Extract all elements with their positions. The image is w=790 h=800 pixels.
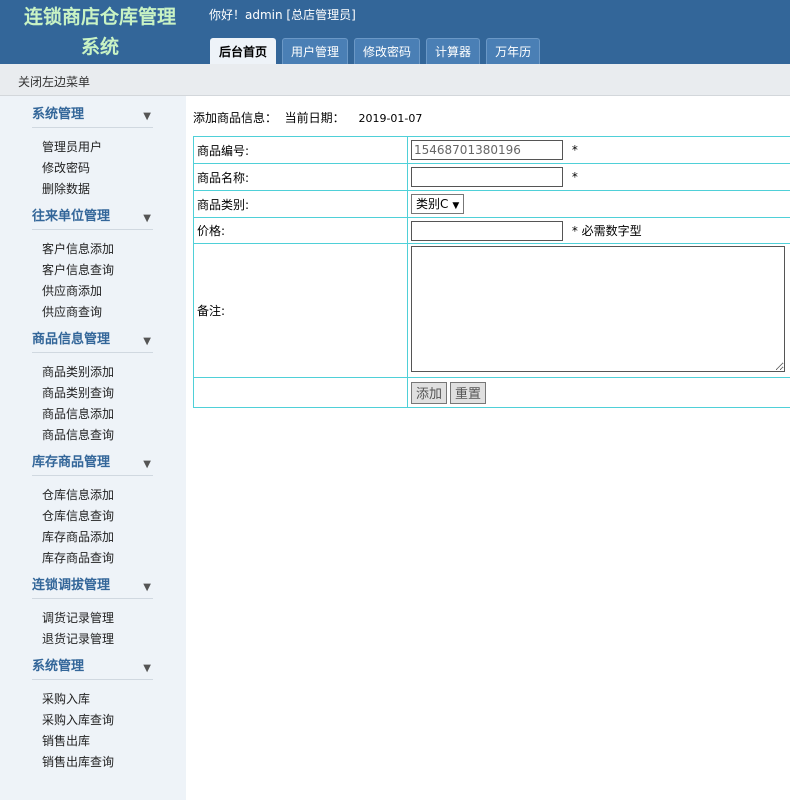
chevron-down-icon: ▼: [143, 582, 151, 593]
code-cell: *: [407, 136, 790, 164]
header: 连锁商店仓库管理 系统 你好！admin [总店管理员] 后台首页 用户管理 修…: [0, 0, 790, 64]
category-select[interactable]: 类别C ▼: [411, 194, 465, 214]
price-hint: * 必需数字型: [571, 223, 642, 238]
actions-cell: 添加 重置: [407, 377, 790, 408]
chevron-down-icon: ▼: [143, 111, 151, 122]
sidebar-item-customer-query[interactable]: 客户信息查询: [42, 260, 153, 281]
product-name-input[interactable]: [411, 167, 563, 187]
sidebar-item-warehouse-add[interactable]: 仓库信息添加: [42, 485, 153, 506]
sidebar-group-header[interactable]: 系统管理 ▼: [32, 658, 153, 680]
form-row-code: 商品编号: *: [193, 136, 790, 164]
sidebar-group-header[interactable]: 连锁调拔管理 ▼: [32, 577, 153, 599]
sidebar-item-supplier-add[interactable]: 供应商添加: [42, 281, 153, 302]
sidebar-item-sales-out[interactable]: 销售出库: [42, 731, 153, 752]
toolbar: 关闭左边菜单: [0, 64, 790, 96]
sidebar-group-header[interactable]: 往来单位管理 ▼: [32, 208, 153, 230]
category-label: 商品类别:: [193, 190, 408, 218]
sidebar-item-sales-query[interactable]: 销售出库查询: [42, 752, 153, 773]
sidebar-item-admin-users[interactable]: 管理员用户: [42, 137, 153, 158]
dropdown-arrow-icon: ▼: [452, 201, 460, 211]
reset-button[interactable]: 重置: [450, 381, 487, 404]
sidebar-group-title: 库存商品管理: [32, 455, 111, 470]
price-label: 价格:: [193, 217, 408, 244]
sidebar-item-change-password[interactable]: 修改密码: [42, 158, 153, 179]
product-code-input[interactable]: [411, 140, 563, 160]
sidebar-group-purchase-sales: 系统管理 ▼ 采购入库 采购入库查询 销售出库 销售出库查询: [32, 658, 153, 773]
app-title-line1: 连锁商店仓库管理: [23, 6, 176, 28]
sidebar-group-inventory: 库存商品管理 ▼ 仓库信息添加 仓库信息查询 库存商品添加 库存商品查询: [32, 454, 153, 569]
name-cell: *: [407, 163, 790, 191]
category-selected: 类别C: [416, 197, 449, 211]
sidebar-item-stock-add[interactable]: 库存商品添加: [42, 527, 153, 548]
sidebar-item-product-query[interactable]: 商品信息查询: [42, 425, 153, 446]
sidebar: 系统管理 ▼ 管理员用户 修改密码 删除数据 往来单位管理 ▼ 客户信息添加 客…: [0, 96, 186, 800]
form-row-actions: 添加 重置: [193, 377, 790, 408]
add-product-form: 商品编号: * 商品名称: * 商品类别: 类别C▼ 价格: * 必需数字型: [193, 136, 790, 408]
user-greeting: 你好！admin [总店管理员]: [209, 8, 356, 22]
sidebar-group-title: 系统管理: [32, 107, 85, 122]
form-row-name: 商品名称: *: [193, 163, 790, 191]
page-info: 添加商品信息： 当前日期： 2019-01-07: [193, 109, 422, 126]
sidebar-item-warehouse-query[interactable]: 仓库信息查询: [42, 506, 153, 527]
form-row-note: 备注:: [193, 243, 790, 378]
current-date: 2019-01-07: [358, 112, 423, 125]
price-input[interactable]: [411, 220, 563, 241]
sidebar-item-product-add[interactable]: 商品信息添加: [42, 404, 153, 425]
sidebar-item-purchase-in[interactable]: 采购入库: [42, 689, 153, 710]
sidebar-item-category-add[interactable]: 商品类别添加: [42, 362, 153, 383]
sidebar-group-products: 商品信息管理 ▼ 商品类别添加 商品类别查询 商品信息添加 商品信息查询: [32, 331, 153, 446]
page-title: 添加商品信息： 当前日期：: [193, 111, 345, 125]
sidebar-group-title: 往来单位管理: [32, 209, 111, 224]
tab-calculator[interactable]: 计算器: [426, 38, 481, 64]
form-row-category: 商品类别: 类别C ▼: [193, 190, 790, 218]
sidebar-group-title: 连锁调拔管理: [32, 578, 111, 593]
form-row-price: 价格: * 必需数字型: [193, 217, 790, 244]
main-content: 添加商品信息： 当前日期： 2019-01-07 商品编号: * 商品名称: *…: [186, 96, 790, 800]
add-button[interactable]: 添加: [411, 381, 448, 404]
tab-user-management[interactable]: 用户管理: [282, 38, 349, 64]
sidebar-group-title: 系统管理: [32, 659, 85, 674]
sidebar-group-transfer: 连锁调拔管理 ▼ 调货记录管理 退货记录管理: [32, 577, 153, 650]
required-mark: *: [571, 143, 578, 157]
sidebar-item-customer-add[interactable]: 客户信息添加: [42, 239, 153, 260]
tab-home[interactable]: 后台首页: [210, 38, 277, 64]
sidebar-item-category-query[interactable]: 商品类别查询: [42, 383, 153, 404]
app-logo: 连锁商店仓库管理 系统: [0, 0, 200, 64]
note-textarea[interactable]: [411, 246, 785, 372]
sidebar-group-partners: 往来单位管理 ▼ 客户信息添加 客户信息查询 供应商添加 供应商查询: [32, 208, 153, 323]
top-nav: 后台首页 用户管理 修改密码 计算器 万年历: [210, 38, 546, 64]
name-label: 商品名称:: [193, 163, 408, 191]
sidebar-group-system: 系统管理 ▼ 管理员用户 修改密码 删除数据: [32, 106, 153, 200]
tab-change-password[interactable]: 修改密码: [354, 38, 421, 64]
price-cell: * 必需数字型: [407, 217, 790, 244]
sidebar-group-title: 商品信息管理: [32, 332, 111, 347]
code-label: 商品编号:: [193, 136, 408, 164]
tab-calendar[interactable]: 万年历: [486, 38, 541, 64]
close-sidebar-link[interactable]: 关闭左边菜单: [18, 73, 90, 90]
sidebar-item-transfer-records[interactable]: 调货记录管理: [42, 608, 153, 629]
note-label: 备注:: [193, 243, 408, 378]
sidebar-item-purchase-query[interactable]: 采购入库查询: [42, 710, 153, 731]
sidebar-item-supplier-query[interactable]: 供应商查询: [42, 302, 153, 323]
sidebar-item-stock-query[interactable]: 库存商品查询: [42, 548, 153, 569]
note-cell: [407, 243, 790, 378]
sidebar-group-header[interactable]: 库存商品管理 ▼: [32, 454, 153, 476]
sidebar-item-return-records[interactable]: 退货记录管理: [42, 629, 153, 650]
category-cell: 类别C ▼: [407, 190, 790, 218]
chevron-down-icon: ▼: [143, 213, 151, 224]
chevron-down-icon: ▼: [143, 663, 151, 674]
actions-spacer: [193, 377, 408, 408]
chevron-down-icon: ▼: [143, 459, 151, 470]
sidebar-group-header[interactable]: 系统管理 ▼: [32, 106, 153, 128]
sidebar-group-header[interactable]: 商品信息管理 ▼: [32, 331, 153, 353]
sidebar-item-delete-data[interactable]: 删除数据: [42, 179, 153, 200]
required-mark: *: [571, 170, 578, 184]
app-title-line2: 系统: [80, 36, 119, 58]
chevron-down-icon: ▼: [143, 336, 151, 347]
